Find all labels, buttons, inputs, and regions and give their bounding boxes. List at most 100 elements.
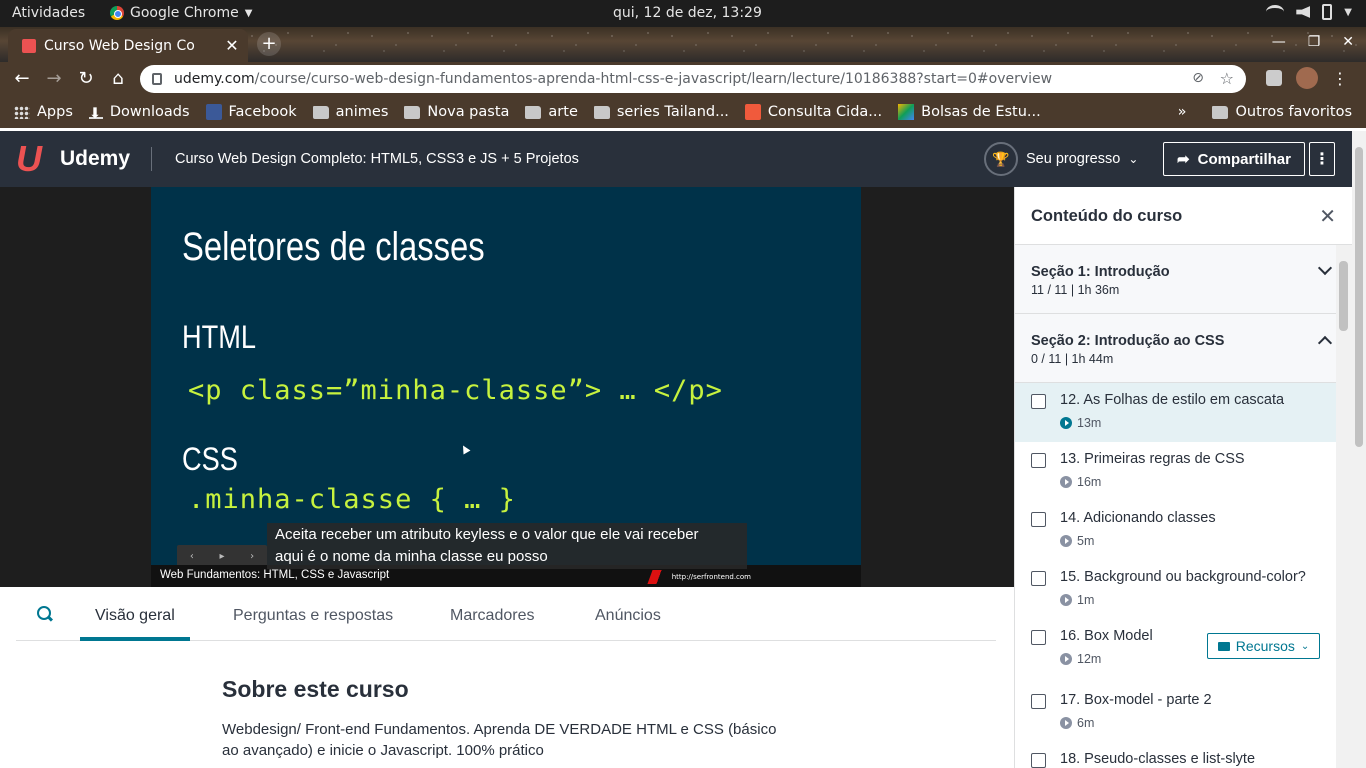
- url-host: udemy.com: [174, 71, 255, 87]
- tab-overview[interactable]: Visão geral: [80, 607, 190, 641]
- profile-avatar[interactable]: [1296, 67, 1318, 89]
- blocked-content-icon[interactable]: ⊘: [1192, 70, 1204, 86]
- lecture-checkbox[interactable]: [1031, 453, 1046, 468]
- bookmark-arte[interactable]: arte: [525, 104, 578, 120]
- page-scroll-thumb[interactable]: [1355, 147, 1363, 447]
- bookmark-consulta[interactable]: Consulta Cida...: [744, 104, 882, 120]
- browser-tab-strip: Curso Web Design Co ✕: [0, 27, 1366, 62]
- slide-heading-css: CSS: [182, 441, 238, 477]
- window-controls: — ❐ ✕: [1272, 34, 1354, 50]
- course-title[interactable]: Curso Web Design Completo: HTML5, CSS3 e…: [175, 151, 579, 167]
- slide-heading-html: HTML: [182, 319, 257, 355]
- close-icon[interactable]: ✕: [1319, 204, 1336, 229]
- forward-arrow-icon[interactable]: →: [43, 68, 65, 89]
- slide-mini-controls[interactable]: ‹ ▸ ›: [177, 545, 267, 567]
- lecture-duration: 1m: [1060, 593, 1352, 607]
- lecture-checkbox[interactable]: [1031, 571, 1046, 586]
- lecture-item[interactable]: 12. As Folhas de estilo em cascata 13m: [1015, 383, 1352, 442]
- play-circle-icon: [1060, 653, 1072, 665]
- page-scrollbar[interactable]: [1352, 131, 1366, 768]
- next-icon[interactable]: ›: [250, 551, 254, 562]
- close-window-icon[interactable]: ✕: [1342, 34, 1354, 50]
- video-caption: Aceita receber um atributo keyless e o v…: [267, 523, 747, 569]
- udemy-logo[interactable]: U Udemy: [16, 141, 131, 177]
- sidebar-scrollbar[interactable]: [1336, 245, 1352, 768]
- slide-brand: http://serfrontend.com: [647, 570, 751, 584]
- progress-dropdown[interactable]: 🏆 Seu progresso ⌄: [984, 142, 1138, 176]
- udemy-favicon-icon: [22, 38, 36, 53]
- tab-qa[interactable]: Perguntas e respostas: [233, 607, 393, 625]
- lecture-item[interactable]: 15. Background ou background-color? 1m: [1015, 560, 1352, 619]
- lecture-checkbox[interactable]: [1031, 512, 1046, 527]
- play-icon[interactable]: ▸: [219, 551, 224, 562]
- bookmark-star-icon[interactable]: ☆: [1220, 69, 1234, 88]
- section-2[interactable]: Seção 2: Introdução ao CSS 0 / 11 | 1h 4…: [1015, 314, 1352, 383]
- lecture-item[interactable]: 14. Adicionando classes 5m: [1015, 501, 1352, 560]
- bookmark-facebook[interactable]: Facebook: [205, 104, 297, 120]
- minimize-icon[interactable]: —: [1272, 34, 1286, 50]
- activities-button[interactable]: Atividades: [12, 5, 85, 21]
- system-tray[interactable]: ▼: [1266, 4, 1352, 20]
- serfrontend-logo-icon: [647, 570, 671, 584]
- lecture-title: 14. Adicionando classes: [1060, 510, 1216, 526]
- about-text: Webdesign/ Front-end Fundamentos. Aprend…: [222, 721, 777, 759]
- bookmark-animes[interactable]: animes: [312, 104, 388, 120]
- sidebar-title: Conteúdo do curso: [1031, 207, 1183, 225]
- home-icon[interactable]: ⌂: [107, 68, 129, 89]
- maximize-icon[interactable]: ❐: [1308, 34, 1321, 50]
- chevron-down-icon: ⌄: [1300, 640, 1310, 652]
- section-meta: 0 / 11 | 1h 44m: [1031, 352, 1114, 366]
- resources-button[interactable]: Recursos ⌄: [1207, 633, 1320, 659]
- extension-icon[interactable]: [1266, 70, 1282, 86]
- lecture-item[interactable]: 18. Pseudo-classes e list-slyte: [1015, 742, 1352, 768]
- lock-icon[interactable]: [152, 73, 162, 85]
- prev-icon[interactable]: ‹: [190, 551, 194, 562]
- section-1[interactable]: Seção 1: Introdução 11 / 11 | 1h 36m: [1015, 245, 1352, 314]
- bookmarks-right: » Outros favoritos: [1178, 104, 1352, 120]
- bookmark-downloads[interactable]: ⬇ Downloads: [88, 104, 190, 122]
- search-icon[interactable]: [36, 605, 54, 623]
- lecture-duration: 16m: [1060, 475, 1352, 489]
- course-header: U Udemy Curso Web Design Completo: HTML5…: [0, 131, 1352, 187]
- bookmark-apps[interactable]: Apps: [14, 104, 73, 120]
- lecture-checkbox[interactable]: [1031, 694, 1046, 709]
- sidebar-scroll-thumb[interactable]: [1339, 261, 1348, 331]
- caption-line-2: aqui é o nome da minha classe eu posso: [275, 548, 548, 565]
- lecture-checkbox[interactable]: [1031, 630, 1046, 645]
- video-player[interactable]: Seletores de classes HTML <p class=”minh…: [0, 187, 1014, 587]
- app-menu[interactable]: Google Chrome ▼: [110, 5, 252, 21]
- power-menu-caret-icon: ▼: [1344, 6, 1352, 18]
- close-tab-icon[interactable]: ✕: [222, 36, 242, 55]
- browser-tab[interactable]: Curso Web Design Co ✕: [8, 29, 248, 62]
- bookmark-bolsas[interactable]: Bolsas de Estu...: [898, 104, 1041, 120]
- tab-announcements[interactable]: Anúncios: [595, 607, 661, 625]
- address-bar[interactable]: udemy.com/course/curso-web-design-fundam…: [140, 65, 1246, 93]
- more-options-button[interactable]: ⋮: [1309, 142, 1335, 176]
- share-button[interactable]: ➦ Compartilhar: [1163, 142, 1305, 176]
- facebook-icon: [205, 104, 222, 120]
- tab-bookmarks[interactable]: Marcadores: [450, 607, 534, 625]
- more-bookmarks-icon[interactable]: »: [1178, 104, 1187, 120]
- lecture-item[interactable]: 13. Primeiras regras de CSS 16m: [1015, 442, 1352, 501]
- back-arrow-icon[interactable]: ←: [11, 68, 33, 89]
- lecture-checkbox[interactable]: [1031, 753, 1046, 768]
- system-top-bar: Atividades Google Chrome ▼ qui, 12 de de…: [0, 0, 1366, 27]
- other-bookmarks-folder[interactable]: Outros favoritos: [1212, 104, 1352, 120]
- apps-icon: [14, 105, 30, 119]
- folder-icon: [525, 105, 542, 119]
- clock[interactable]: qui, 12 de dez, 13:29: [613, 5, 762, 21]
- lecture-checkbox[interactable]: [1031, 394, 1046, 409]
- lecture-item[interactable]: 17. Box-model - parte 2 6m: [1015, 683, 1352, 742]
- logo-text: Udemy: [60, 147, 131, 170]
- lecture-title: 13. Primeiras regras de CSS: [1060, 451, 1245, 467]
- lecture-item[interactable]: 16. Box Model 12m Recursos ⌄: [1015, 619, 1352, 683]
- new-tab-button[interactable]: +: [257, 32, 281, 56]
- folder-icon: [404, 105, 421, 119]
- app-name: Google Chrome: [130, 5, 239, 21]
- bookmark-series[interactable]: series Tailand...: [593, 104, 729, 120]
- chrome-menu-icon[interactable]: ⋮: [1332, 69, 1348, 88]
- reload-icon[interactable]: ↻: [75, 68, 97, 89]
- play-circle-icon: [1060, 417, 1072, 429]
- chrome-icon: [110, 6, 124, 20]
- bookmark-nova-pasta[interactable]: Nova pasta: [404, 104, 509, 120]
